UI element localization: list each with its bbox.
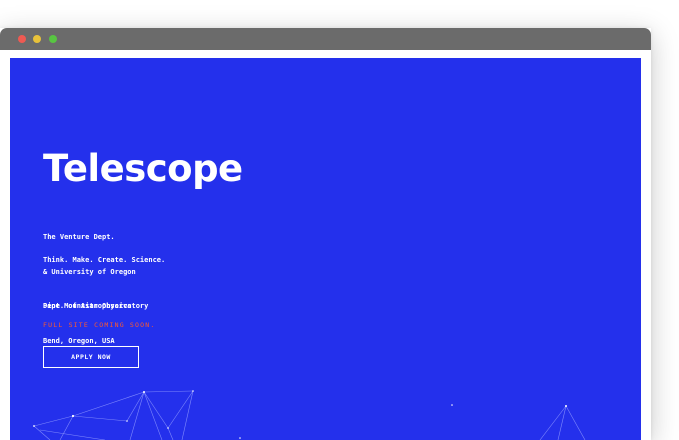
browser-window: Telescope The Venture Dept. & University… — [0, 28, 651, 440]
affiliation-line: The Venture Dept. — [43, 233, 115, 241]
close-window-button[interactable] — [18, 35, 26, 43]
browser-titlebar — [0, 28, 651, 50]
minimize-window-button[interactable] — [33, 35, 41, 43]
page-title: Telescope — [43, 147, 243, 190]
apply-now-button[interactable]: APPLY NOW — [43, 346, 139, 368]
page-viewport: Telescope The Venture Dept. & University… — [10, 58, 641, 440]
location-line: Pine Mountian Observatory — [43, 302, 149, 310]
tagline: Think. Make. Create. Science. — [43, 256, 166, 264]
maximize-window-button[interactable] — [49, 35, 57, 43]
affiliation-line: & University of Oregon — [43, 267, 136, 276]
coming-soon-notice: FULL SITE COMING SOON. — [43, 321, 156, 329]
